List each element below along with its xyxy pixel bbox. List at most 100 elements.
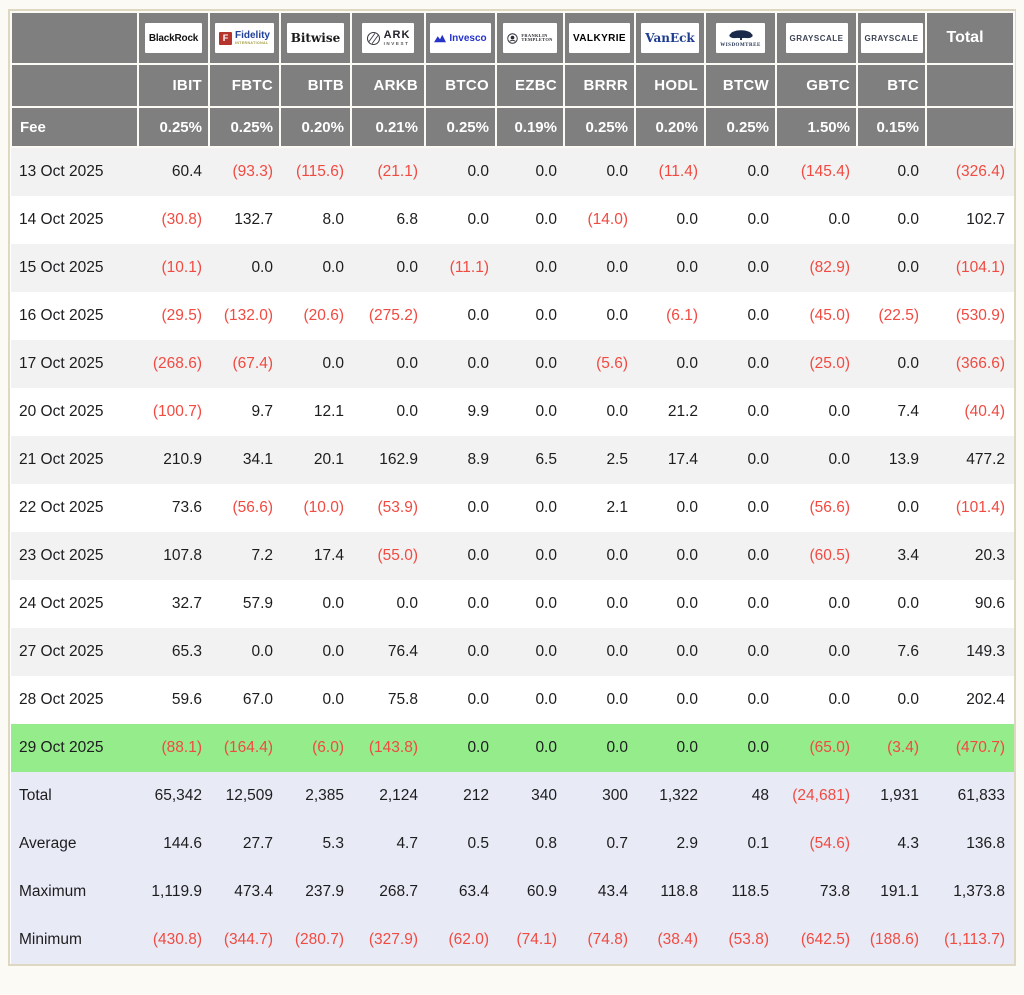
summary-value-cell: (344.7) [209, 916, 280, 964]
fee-brrr: 0.25% [564, 107, 635, 147]
fee-btco: 0.25% [425, 107, 496, 147]
flow-value-cell: 0.0 [496, 292, 564, 340]
flow-value-cell: 0.0 [776, 676, 857, 724]
fidelity-f-icon: F [219, 32, 232, 45]
flow-value-cell: 102.7 [926, 196, 1014, 244]
flow-value-cell: 0.0 [635, 580, 705, 628]
flow-value-cell: (326.4) [926, 147, 1014, 196]
date-label: 21 Oct 2025 [11, 436, 138, 484]
flow-value-cell: 0.0 [280, 580, 351, 628]
date-label: 20 Oct 2025 [11, 388, 138, 436]
flow-value-cell: 0.0 [635, 340, 705, 388]
invesco-mountain-icon [434, 34, 446, 43]
summary-value-cell: 12,509 [209, 772, 280, 820]
flow-value-cell: 9.9 [425, 388, 496, 436]
flow-value-cell: 0.0 [496, 484, 564, 532]
flow-value-cell: 0.0 [496, 340, 564, 388]
flow-value-cell: 0.0 [496, 580, 564, 628]
date-label-row: 22 Oct 202573.6(56.6)(10.0)(53.9)0.00.02… [11, 484, 1014, 532]
flow-value-cell: 2.5 [564, 436, 635, 484]
flow-value-cell: 67.0 [209, 676, 280, 724]
summary-value-cell: 237.9 [280, 868, 351, 916]
invesco-wordmark: Invesco [449, 33, 486, 44]
flow-value-cell: 0.0 [776, 628, 857, 676]
flow-value-cell: (101.4) [926, 484, 1014, 532]
summary-value-cell: (1,113.7) [926, 916, 1014, 964]
flow-value-cell: 0.0 [564, 388, 635, 436]
summary-value-cell: 0.1 [705, 820, 776, 868]
flow-value-cell: 0.0 [705, 436, 776, 484]
flow-value-cell: 0.0 [705, 292, 776, 340]
date-label: 15 Oct 2025 [11, 244, 138, 292]
summary-value-cell: 63.4 [425, 868, 496, 916]
flow-value-cell: (100.7) [138, 388, 209, 436]
flow-value-cell: 0.0 [425, 340, 496, 388]
ticker-fbtc: FBTC [209, 64, 280, 107]
fidelity-logo: FFidelityINTERNATIONAL [209, 12, 280, 64]
flow-value-cell: 7.4 [857, 388, 926, 436]
flow-value-cell: 0.0 [496, 196, 564, 244]
summary-value-cell: 2,385 [280, 772, 351, 820]
flow-value-cell: 0.0 [705, 724, 776, 772]
flow-value-cell: (530.9) [926, 292, 1014, 340]
date-label-row: 23 Oct 2025107.87.217.4(55.0)0.00.00.00.… [11, 532, 1014, 580]
summary-value-cell: 268.7 [351, 868, 425, 916]
summary-value-cell: 300 [564, 772, 635, 820]
flow-value-cell: 0.0 [635, 196, 705, 244]
summary-value-cell: 73.8 [776, 868, 857, 916]
date-label-row: 20 Oct 2025(100.7)9.712.10.09.90.00.021.… [11, 388, 1014, 436]
flow-value-cell: 0.0 [776, 196, 857, 244]
ticker-ibit: IBIT [138, 64, 209, 107]
flow-value-cell: 32.7 [138, 580, 209, 628]
flow-value-cell: 9.7 [209, 388, 280, 436]
wisdomtree-tree-icon [728, 29, 754, 42]
flow-value-cell: (88.1) [138, 724, 209, 772]
flow-value-cell: (65.0) [776, 724, 857, 772]
valkyrie-logo-box: VALKYRIE [569, 23, 630, 53]
flow-value-cell: 0.0 [425, 484, 496, 532]
fee-gbtc: 1.50% [776, 107, 857, 147]
summary-value-cell: 1,373.8 [926, 868, 1014, 916]
flow-value-cell: 0.0 [857, 580, 926, 628]
flow-value-cell: (82.9) [776, 244, 857, 292]
fee-ezbc: 0.19% [496, 107, 564, 147]
summary-value-cell: 27.7 [209, 820, 280, 868]
templeton-text: TEMPLETON [521, 38, 552, 43]
summary-value-cell: 118.5 [705, 868, 776, 916]
summary-value-cell: 65,342 [138, 772, 209, 820]
ticker-bitb: BITB [280, 64, 351, 107]
fee-bitb: 0.20% [280, 107, 351, 147]
flow-value-cell: 0.0 [705, 388, 776, 436]
flow-value-cell: 0.0 [857, 244, 926, 292]
summary-label: Total [11, 772, 138, 820]
flow-value-cell: (53.9) [351, 484, 425, 532]
ark-invest-logo: ARKINVEST [351, 12, 425, 64]
flow-value-cell: 0.0 [705, 340, 776, 388]
summary-value-cell: 1,931 [857, 772, 926, 820]
summary-value-cell: 0.5 [425, 820, 496, 868]
flow-value-cell: 0.0 [425, 292, 496, 340]
flow-value-cell: (56.6) [209, 484, 280, 532]
flow-value-cell: 0.0 [776, 580, 857, 628]
flow-value-cell: 34.1 [209, 436, 280, 484]
flow-value-cell: (164.4) [209, 724, 280, 772]
flow-value-cell: (25.0) [776, 340, 857, 388]
ticker-btcw: BTCW [705, 64, 776, 107]
flow-value-cell: (45.0) [776, 292, 857, 340]
flow-value-cell: (21.1) [351, 147, 425, 196]
fee-hodl: 0.20% [635, 107, 705, 147]
flow-value-cell: 0.0 [496, 147, 564, 196]
flow-value-cell: (6.0) [280, 724, 351, 772]
flow-value-cell: 6.8 [351, 196, 425, 244]
grayscale-gbtc-logo-box: GRAYSCALE [786, 23, 848, 53]
date-label-row: 14 Oct 2025(30.8)132.78.06.80.00.0(14.0)… [11, 196, 1014, 244]
flow-value-cell: 0.0 [351, 580, 425, 628]
provider-logo-row: BlackRock FFidelityINTERNATIONAL Bitwise… [11, 12, 1014, 64]
flow-value-cell: 0.0 [705, 196, 776, 244]
flow-value-cell: 0.0 [776, 388, 857, 436]
summary-label: Maximum [11, 868, 138, 916]
flow-value-cell: 0.0 [280, 244, 351, 292]
flow-value-cell: 0.0 [425, 580, 496, 628]
ticker-btc: BTC [857, 64, 926, 107]
flow-value-cell: 107.8 [138, 532, 209, 580]
